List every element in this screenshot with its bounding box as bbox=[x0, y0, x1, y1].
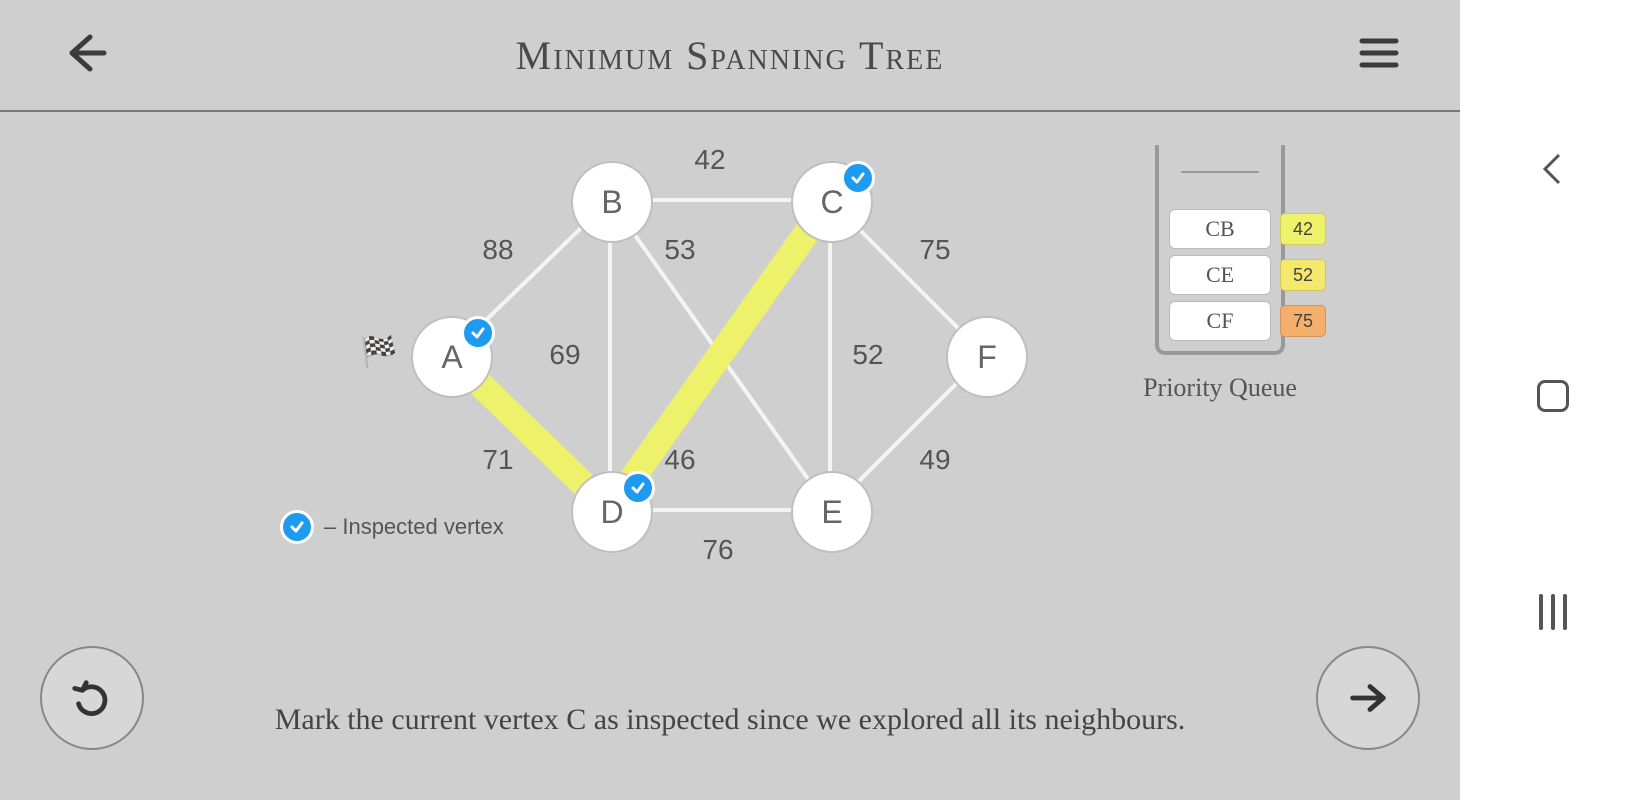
instruction-text: Mark the current vertex C as inspected s… bbox=[200, 700, 1260, 741]
undo-icon bbox=[69, 675, 115, 721]
edge-weight-BE: 53 bbox=[664, 234, 695, 266]
inspected-badge-C bbox=[841, 161, 875, 195]
priority-queue-label: Priority Queue bbox=[1120, 373, 1320, 403]
edge-weight-DE: 76 bbox=[702, 534, 733, 566]
arrow-right-icon bbox=[1345, 675, 1391, 721]
pq-weight-0: 42 bbox=[1280, 213, 1326, 245]
system-nav-bar bbox=[1460, 0, 1645, 800]
inspected-badge-D bbox=[621, 471, 655, 505]
pq-item-0: CB42 bbox=[1169, 209, 1271, 249]
system-recents-button[interactable] bbox=[1539, 594, 1567, 630]
edge-weight-AB: 88 bbox=[482, 234, 513, 266]
undo-button[interactable] bbox=[40, 646, 144, 750]
pq-item-1: CE52 bbox=[1169, 255, 1271, 295]
menu-button[interactable] bbox=[1358, 32, 1400, 79]
edge-weight-EF: 49 bbox=[919, 444, 950, 476]
chevron-left-icon bbox=[1535, 151, 1571, 187]
system-home-button[interactable] bbox=[1537, 380, 1569, 412]
system-back-button[interactable] bbox=[1535, 150, 1571, 197]
check-icon bbox=[470, 325, 486, 341]
priority-queue-top-line bbox=[1181, 171, 1259, 173]
priority-queue: CB42 CE52 CF75 Priority Queue bbox=[1120, 145, 1320, 403]
edge-weight-AD: 71 bbox=[482, 444, 513, 476]
edge-weight-CE: 52 bbox=[852, 339, 883, 371]
check-icon bbox=[850, 170, 866, 186]
legend: – Inspected vertex bbox=[280, 510, 504, 544]
priority-queue-container: CB42 CE52 CF75 bbox=[1155, 145, 1285, 355]
pq-item-2: CF75 bbox=[1169, 301, 1271, 341]
square-icon bbox=[1537, 380, 1569, 412]
edge-weight-CD: 46 bbox=[664, 444, 695, 476]
hamburger-icon bbox=[1358, 32, 1400, 74]
page-title: Minimum Spanning Tree bbox=[0, 32, 1460, 79]
vertex-B[interactable]: B bbox=[571, 161, 653, 243]
edge-weight-BC: 42 bbox=[694, 144, 725, 176]
check-icon bbox=[630, 480, 646, 496]
vertex-E[interactable]: E bbox=[791, 471, 873, 553]
pq-weight-2: 75 bbox=[1280, 305, 1326, 337]
inspected-badge-A bbox=[461, 316, 495, 350]
legend-text: – Inspected vertex bbox=[324, 514, 504, 540]
check-badge-icon bbox=[280, 510, 314, 544]
three-lines-icon bbox=[1539, 594, 1567, 630]
edge-weight-CF: 75 bbox=[919, 234, 950, 266]
edge-weight-BD: 69 bbox=[549, 339, 580, 371]
vertex-F[interactable]: F bbox=[946, 316, 1028, 398]
pq-weight-1: 52 bbox=[1280, 259, 1326, 291]
next-button[interactable] bbox=[1316, 646, 1420, 750]
start-flag-icon: 🏁 bbox=[360, 335, 397, 370]
